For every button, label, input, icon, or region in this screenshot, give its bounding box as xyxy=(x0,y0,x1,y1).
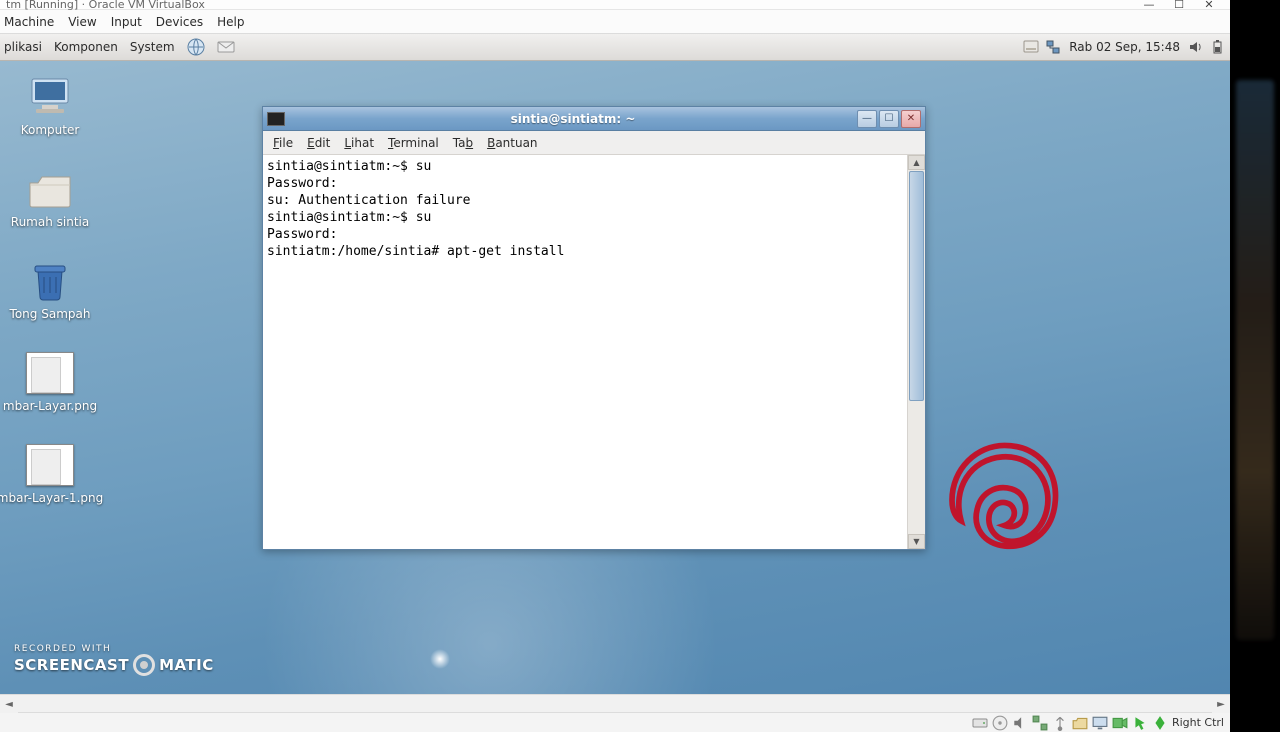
panel-menu-aplikasi[interactable]: plikasi xyxy=(4,40,42,54)
volume-tray-icon[interactable] xyxy=(1188,39,1204,55)
scroll-thumb[interactable] xyxy=(909,171,924,401)
right-obscured-strip xyxy=(1230,0,1280,720)
desktop-icon-screenshot-1[interactable]: mbar-Layar.png xyxy=(0,351,100,413)
terminal-menubar: File Edit Lihat Terminal Tab Bantuan xyxy=(263,131,925,155)
host-menu-input[interactable]: Input xyxy=(111,15,142,29)
wallpaper-glow xyxy=(430,649,450,669)
status-cd-icon[interactable] xyxy=(992,716,1008,730)
panel-clock[interactable]: Rab 02 Sep, 15:48 xyxy=(1067,40,1182,54)
terminal-menu-file[interactable]: File xyxy=(273,136,293,150)
image-thumb-icon xyxy=(26,443,74,487)
trash-icon xyxy=(26,259,74,303)
hscroll-right-button[interactable]: ► xyxy=(1212,695,1230,713)
update-tray-icon[interactable] xyxy=(1023,39,1039,55)
terminal-scrollbar[interactable]: ▲ ▼ xyxy=(907,155,925,549)
watermark-small: RECORDED WITH xyxy=(14,644,214,654)
desktop-label: Komputer xyxy=(21,123,80,137)
host-menu-help[interactable]: Help xyxy=(217,15,244,29)
desktop-icon-home[interactable]: Rumah sintia xyxy=(0,167,100,229)
panel-menu-system[interactable]: System xyxy=(130,40,175,54)
network-tray-icon[interactable] xyxy=(1045,39,1061,55)
desktop[interactable]: Komputer Rumah sintia Tong Sampah mbar-L… xyxy=(0,61,1230,694)
watermark-ring-icon xyxy=(133,654,155,676)
host-menu-view[interactable]: View xyxy=(68,15,96,29)
host-menu-devices[interactable]: Devices xyxy=(156,15,203,29)
status-shared-icon[interactable] xyxy=(1072,716,1088,730)
status-hostkey-label: Right Ctrl xyxy=(1172,716,1224,729)
host-titlebar: tm [Running] · Oracle VM VirtualBox — ☐ … xyxy=(0,0,1230,10)
window-minimize-button[interactable]: — xyxy=(857,110,877,128)
desktop-icon-trash[interactable]: Tong Sampah xyxy=(0,259,100,321)
terminal-title: sintia@sintiatm: ~ xyxy=(291,112,855,126)
terminal-menu-bantuan[interactable]: Bantuan xyxy=(487,136,537,150)
terminal-titlebar[interactable]: sintia@sintiatm: ~ — ☐ ✕ xyxy=(263,107,925,131)
status-record-icon[interactable] xyxy=(1112,716,1128,730)
host-title: tm [Running] · Oracle VM VirtualBox xyxy=(6,0,1134,11)
status-net-icon[interactable] xyxy=(1032,716,1048,730)
terminal-menu-terminal[interactable]: Terminal xyxy=(388,136,439,150)
host-menubar: Machine View Input Devices Help xyxy=(0,10,1230,34)
desktop-label: mbar-Layar-1.png xyxy=(0,491,103,505)
mail-launcher-icon[interactable] xyxy=(217,38,235,56)
host-maximize-button[interactable]: ☐ xyxy=(1164,0,1194,11)
status-mouse-icon[interactable] xyxy=(1132,716,1148,730)
home-folder-icon xyxy=(26,167,74,211)
panel-menu-komponen[interactable]: Komponen xyxy=(54,40,118,54)
terminal-output[interactable]: sintia@sintiatm:~$ su Password: su: Auth… xyxy=(263,155,907,549)
virtualbox-statusbar: Right Ctrl xyxy=(0,712,1230,732)
host-close-button[interactable]: ✕ xyxy=(1194,0,1224,11)
terminal-window: sintia@sintiatm: ~ — ☐ ✕ File Edit Lihat… xyxy=(262,106,926,550)
watermark-brand-a: SCREENCAST xyxy=(14,656,129,674)
desktop-label: Rumah sintia xyxy=(11,215,89,229)
terminal-menu-edit[interactable]: Edit xyxy=(307,136,330,150)
system-tray: Rab 02 Sep, 15:48 xyxy=(1023,39,1226,55)
host-horizontal-scrollbar[interactable]: ◄ ► xyxy=(0,694,1230,712)
window-close-button[interactable]: ✕ xyxy=(901,110,921,128)
debian-logo xyxy=(930,434,1070,594)
status-hdd-icon[interactable] xyxy=(972,716,988,730)
vm-viewport: plikasi Komponen System Rab 02 Sep, 15:4… xyxy=(0,34,1230,694)
terminal-menu-tab[interactable]: Tab xyxy=(453,136,473,150)
host-menu-machine[interactable]: Machine xyxy=(4,15,54,29)
status-hostkey-icon[interactable] xyxy=(1152,716,1168,730)
scroll-up-button[interactable]: ▲ xyxy=(908,155,925,170)
window-maximize-button[interactable]: ☐ xyxy=(879,110,899,128)
terminal-titlebar-icon xyxy=(267,112,285,126)
desktop-icon-komputer[interactable]: Komputer xyxy=(0,75,100,137)
computer-icon xyxy=(26,75,74,119)
host-minimize-button[interactable]: — xyxy=(1134,0,1164,11)
recorder-watermark: RECORDED WITH SCREENCAST MATIC xyxy=(14,644,214,676)
status-display-icon[interactable] xyxy=(1092,716,1108,730)
status-usb-icon[interactable] xyxy=(1052,716,1068,730)
desktop-icon-screenshot-2[interactable]: mbar-Layar-1.png xyxy=(0,443,100,505)
terminal-menu-lihat[interactable]: Lihat xyxy=(344,136,374,150)
desktop-icon-column: Komputer Rumah sintia Tong Sampah mbar-L… xyxy=(0,75,100,505)
gnome-top-panel: plikasi Komponen System Rab 02 Sep, 15:4… xyxy=(0,34,1230,61)
hscroll-left-button[interactable]: ◄ xyxy=(0,695,18,713)
desktop-label: Tong Sampah xyxy=(10,307,91,321)
watermark-brand-b: MATIC xyxy=(159,656,214,674)
battery-tray-icon[interactable] xyxy=(1210,39,1226,55)
image-thumb-icon xyxy=(26,351,74,395)
status-audio-icon[interactable] xyxy=(1012,716,1028,730)
desktop-label: mbar-Layar.png xyxy=(3,399,97,413)
scroll-down-button[interactable]: ▼ xyxy=(908,534,925,549)
browser-launcher-icon[interactable] xyxy=(187,38,205,56)
